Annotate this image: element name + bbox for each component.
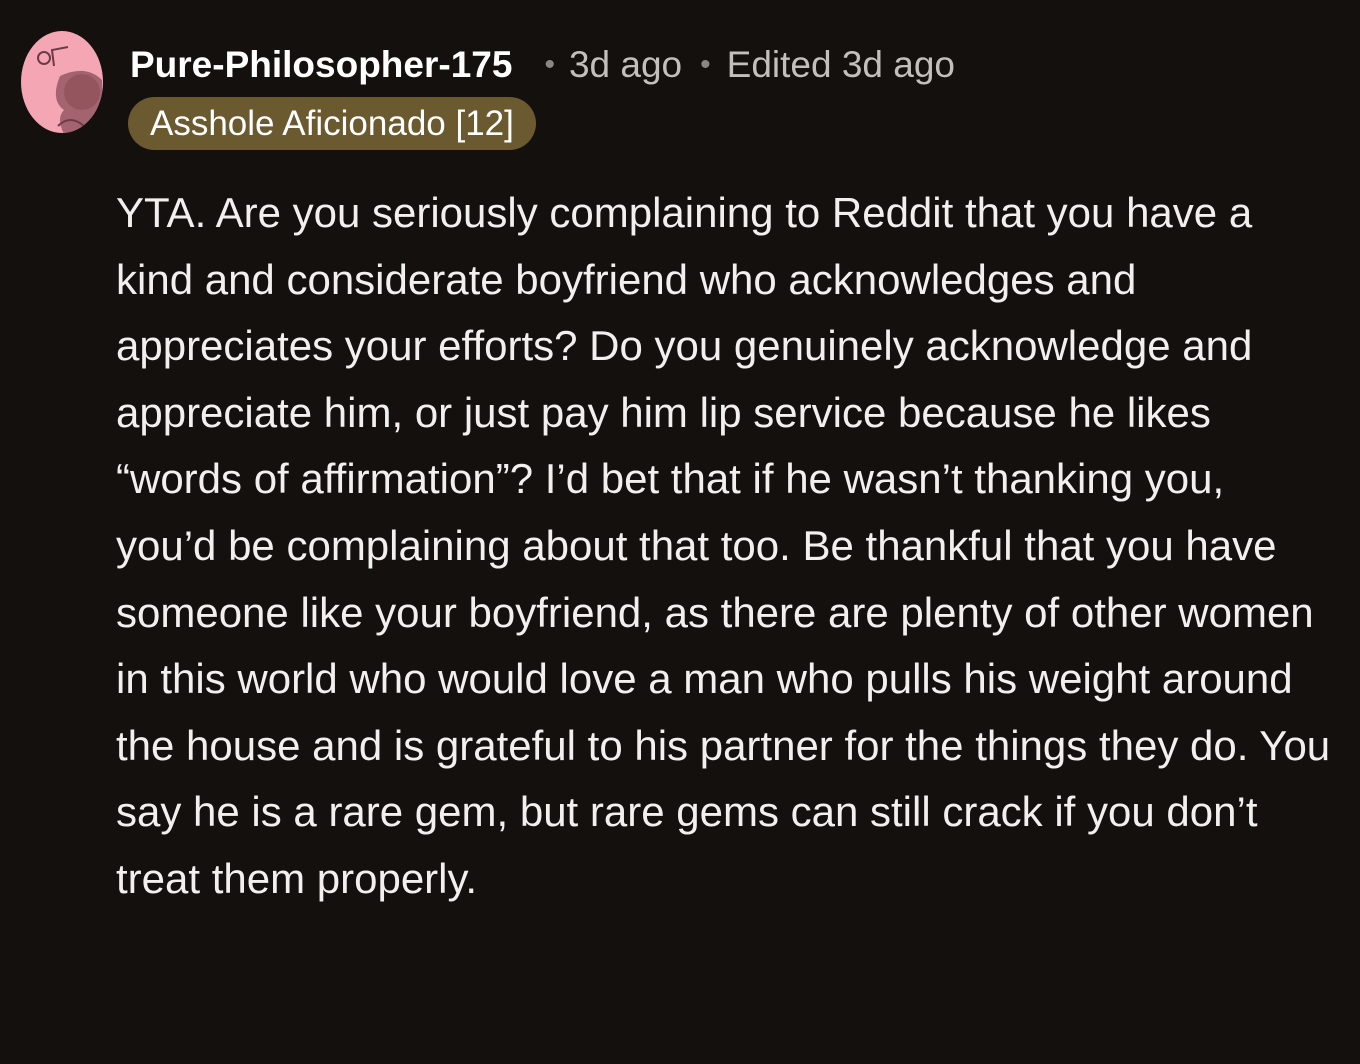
- separator-dot: •: [544, 48, 555, 81]
- user-flair-badge[interactable]: Asshole Aficionado [12]: [128, 97, 536, 150]
- comment-header: Pure-Philosopher-175 • 3d ago • Edited 3…: [130, 40, 955, 90]
- user-avatar-icon[interactable]: [20, 30, 104, 134]
- username-link[interactable]: Pure-Philosopher-175: [130, 44, 512, 86]
- comment: Pure-Philosopher-175 • 3d ago • Edited 3…: [0, 0, 1360, 1064]
- comment-body: YTA. Are you seriously complaining to Re…: [116, 189, 1331, 902]
- edited-timestamp: Edited 3d ago: [726, 44, 955, 85]
- separator-dot: •: [700, 48, 711, 81]
- post-timestamp[interactable]: 3d ago: [569, 44, 682, 86]
